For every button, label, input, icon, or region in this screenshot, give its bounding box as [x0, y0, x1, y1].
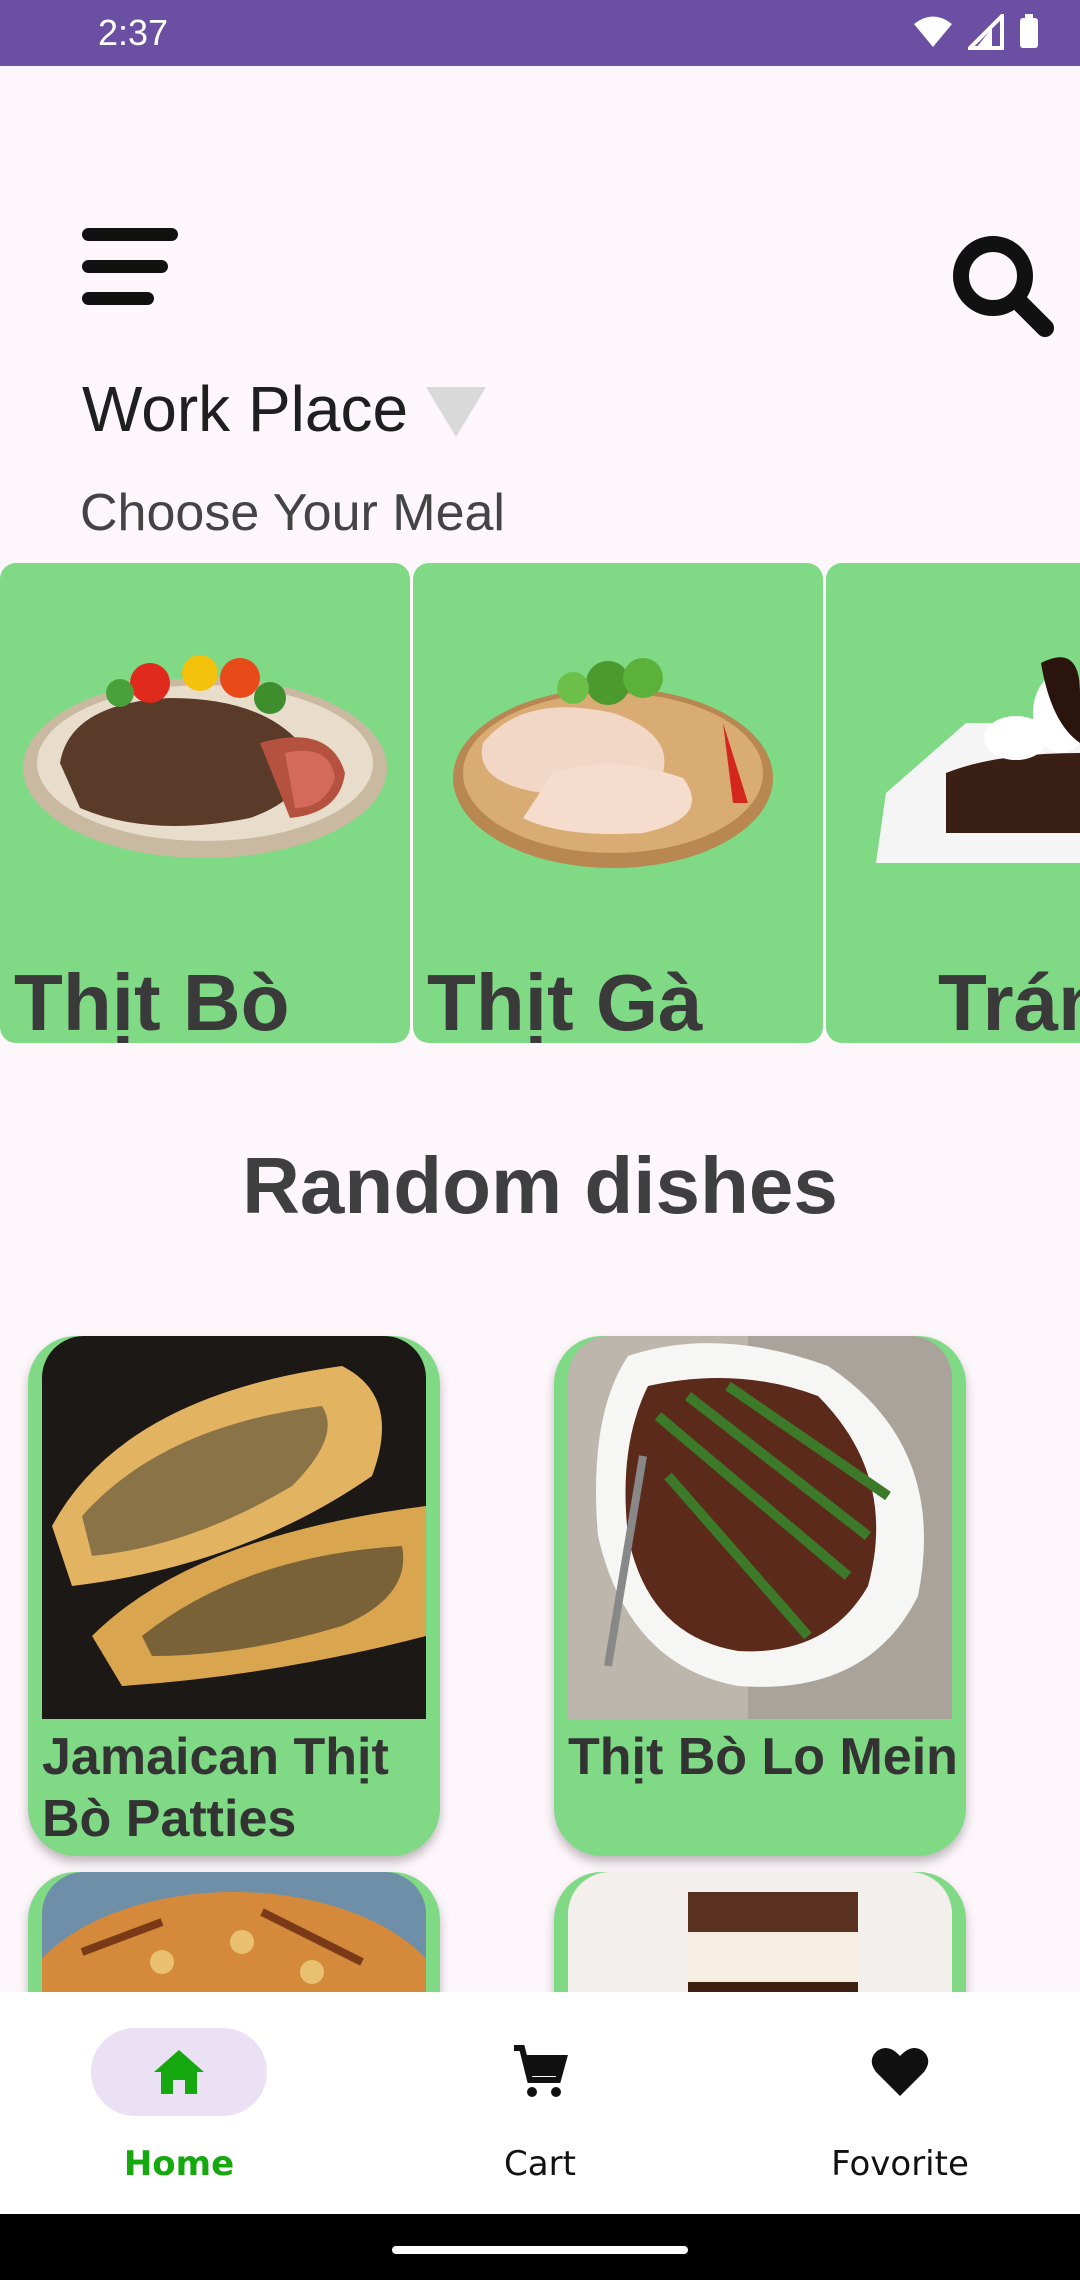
nav-item-favorite[interactable]: Fovorite — [780, 2028, 1020, 2184]
location-selector[interactable]: Work Place — [82, 372, 487, 446]
nav-item-home[interactable]: Home — [59, 2028, 299, 2184]
location-label: Work Place — [82, 373, 409, 445]
menu-icon[interactable] — [82, 228, 180, 310]
dish-name: Jamaican Thịt Bò Patties — [42, 1728, 389, 1848]
nav-label: Fovorite — [831, 2144, 969, 2184]
heart-icon — [871, 2047, 929, 2096]
bottom-navigation: Home Cart Fovorite — [0, 1992, 1080, 2214]
dish-name: Thịt Bò Lo Mein — [568, 1728, 958, 1786]
section-title: Random dishes — [242, 1141, 838, 1230]
page-subtitle: Choose Your Meal — [80, 484, 505, 542]
nav-icon-container — [452, 2028, 628, 2116]
dish-image — [42, 1336, 426, 1719]
battery-icon — [1020, 14, 1038, 48]
status-time: 2:37 — [98, 12, 169, 53]
home-icon — [154, 2050, 204, 2094]
chicken-plate-image — [453, 658, 773, 868]
dish-card[interactable]: Jamaican Thịt Bò Patties — [28, 1336, 440, 1856]
status-bar: 2:37 — [0, 0, 1080, 66]
category-card-chicken[interactable]: Thịt Gà — [413, 563, 823, 1043]
category-label: Thịt Bò — [14, 958, 290, 1043]
dish-image — [568, 1336, 952, 1719]
category-label: Trán — [938, 958, 1080, 1043]
home-gesture-handle[interactable] — [392, 2246, 688, 2254]
wifi-icon — [914, 16, 952, 47]
nav-item-cart[interactable]: Cart — [420, 2028, 660, 2184]
dropdown-triangle-icon — [426, 387, 487, 437]
nav-active-indicator — [91, 2028, 267, 2116]
steak-plate-image — [23, 655, 387, 858]
cart-icon — [514, 2045, 568, 2097]
signal-icon — [968, 14, 1004, 50]
category-carousel[interactable]: Thịt Bò Thịt Gà Trán — [0, 563, 1080, 1045]
nav-label: Cart — [504, 2144, 576, 2184]
nav-icon-container — [812, 2028, 988, 2116]
category-card-beef[interactable]: Thịt Bò — [0, 563, 410, 1043]
nav-label: Home — [123, 2144, 235, 2184]
category-card-dessert[interactable]: Trán — [826, 563, 1080, 1043]
search-icon[interactable] — [945, 228, 1055, 338]
system-gesture-bar — [0, 2214, 1080, 2280]
dessert-plate-image — [876, 657, 1080, 863]
category-label: Thịt Gà — [427, 958, 703, 1043]
dish-card[interactable]: Thịt Bò Lo Mein — [554, 1336, 966, 1856]
status-icons — [912, 14, 1040, 50]
